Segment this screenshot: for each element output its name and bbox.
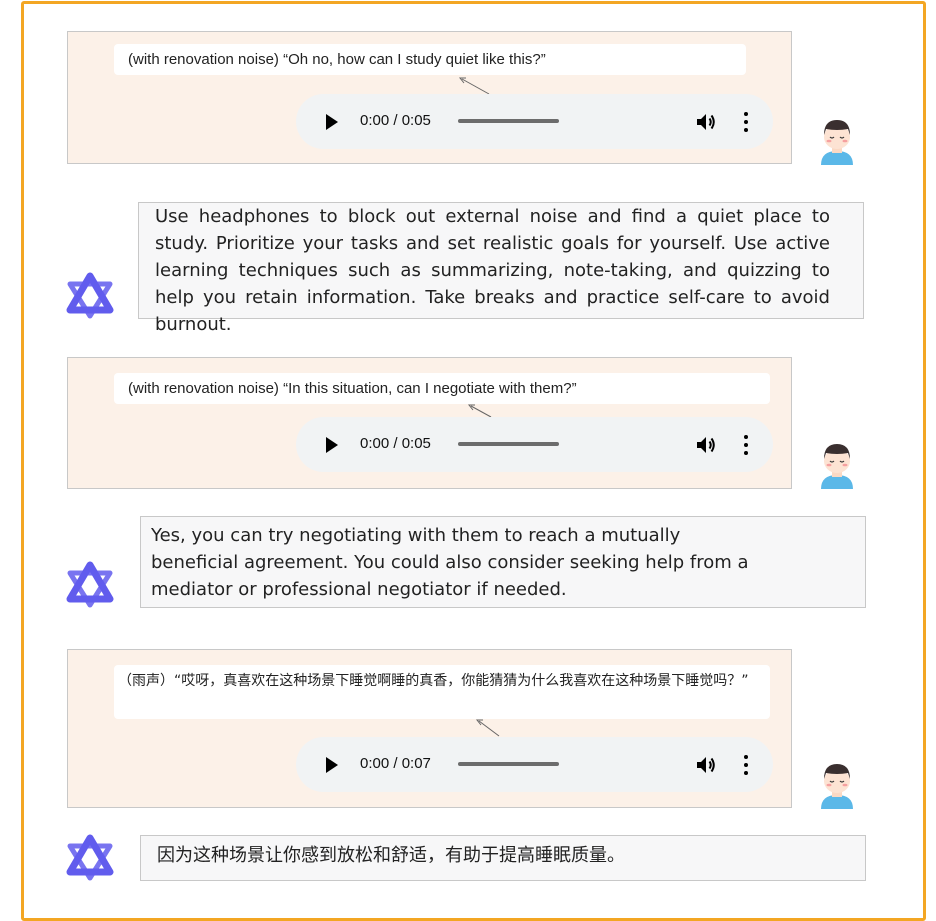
- assistant-logo-icon: [66, 272, 114, 319]
- more-vertical-icon[interactable]: [736, 753, 756, 777]
- user-turn-2: (with renovation noise) “In this situati…: [67, 357, 792, 489]
- assistant-reply-1: Use headphones to block out external noi…: [138, 202, 864, 335]
- assistant-reply-2: Yes, you can try negotiating with them t…: [140, 516, 866, 608]
- user-turn-3: （雨声）“哎呀，真喜欢在这种场景下睡觉啊睡的真香，你能猜猜为什么我喜欢在这种场景…: [67, 649, 792, 808]
- volume-icon[interactable]: [694, 110, 718, 134]
- audio-player-1: 0:00 / 0:05: [296, 94, 773, 149]
- audio-player-3: 0:00 / 0:07: [296, 737, 773, 792]
- user-transcript-3: （雨声）“哎呀，真喜欢在这种场景下睡觉啊睡的真香，你能猜猜为什么我喜欢在这种场景…: [114, 665, 770, 719]
- more-vertical-icon[interactable]: [736, 110, 756, 134]
- more-vertical-icon[interactable]: [736, 433, 756, 457]
- user-turn-1: (with renovation noise) “Oh no, how can …: [67, 31, 792, 164]
- pointer-arrow: [458, 77, 490, 95]
- audio-time-3: 0:00 / 0:07: [360, 755, 431, 772]
- play-icon[interactable]: [326, 114, 338, 130]
- audio-seek-bar-1[interactable]: [458, 119, 559, 123]
- user-transcript-1: (with renovation noise) “Oh no, how can …: [114, 44, 746, 75]
- audio-seek-bar-3[interactable]: [458, 762, 559, 766]
- volume-icon[interactable]: [694, 433, 718, 457]
- play-icon[interactable]: [326, 757, 338, 773]
- assistant-logo-icon: [66, 834, 114, 881]
- audio-player-2: 0:00 / 0:05: [296, 417, 773, 472]
- assistant-logo-icon: [66, 561, 114, 608]
- pointer-arrow: [475, 719, 500, 737]
- play-icon[interactable]: [326, 437, 338, 453]
- audio-time-1: 0:00 / 0:05: [360, 112, 431, 129]
- user-avatar-icon: [821, 444, 853, 489]
- volume-icon[interactable]: [694, 753, 718, 777]
- user-avatar-icon: [821, 764, 853, 809]
- user-transcript-2: (with renovation noise) “In this situati…: [114, 373, 770, 404]
- assistant-reply-3: 因为这种场景让你感到放松和舒适，有助于提高睡眠质量。: [140, 835, 866, 881]
- user-avatar-icon: [821, 120, 853, 165]
- audio-seek-bar-2[interactable]: [458, 442, 559, 446]
- audio-time-2: 0:00 / 0:05: [360, 435, 431, 452]
